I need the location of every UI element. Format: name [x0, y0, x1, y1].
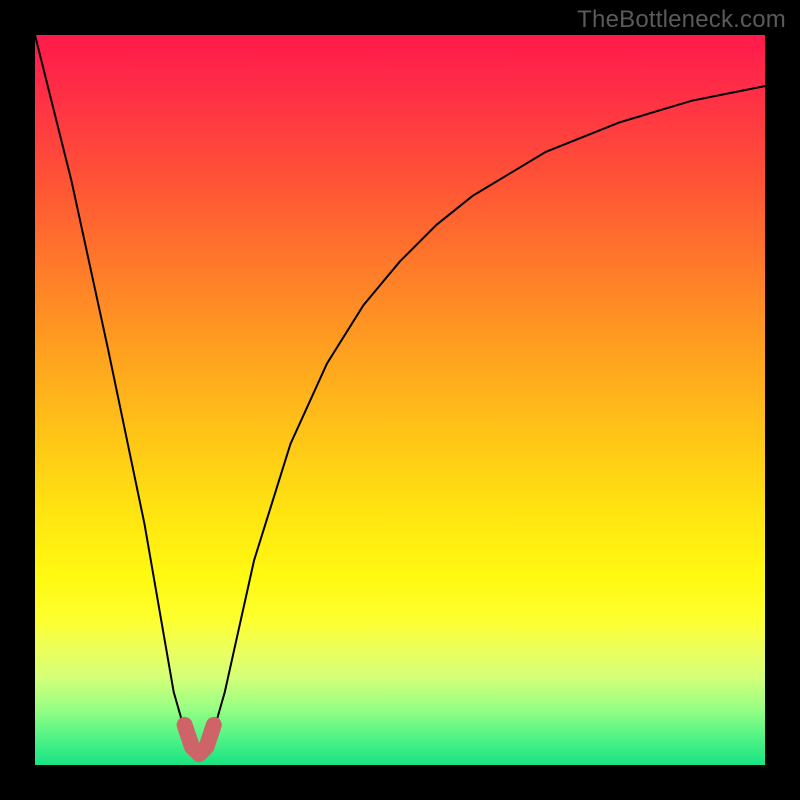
bottleneck-curve	[35, 35, 765, 758]
curve-svg	[35, 35, 765, 765]
optimal-zone-marker	[185, 725, 214, 754]
chart-frame: TheBottleneck.com	[0, 0, 800, 800]
watermark-text: TheBottleneck.com	[577, 6, 786, 34]
plot-area	[35, 35, 765, 765]
